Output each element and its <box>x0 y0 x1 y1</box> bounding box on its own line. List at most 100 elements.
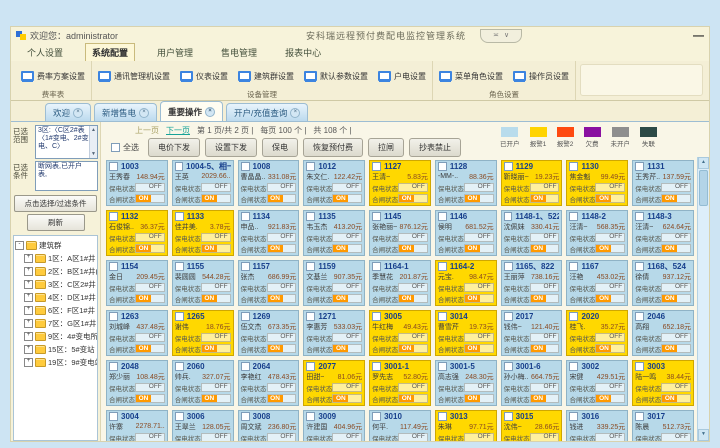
meter-checkbox[interactable] <box>569 262 578 271</box>
hezha-toggle[interactable]: ON <box>661 194 691 203</box>
meter-checkbox[interactable] <box>175 362 184 371</box>
meter-card[interactable]: 1130 焦金魁 99.49元 保电状态 OFF 合闸状态 ON <box>566 160 628 206</box>
meter-card[interactable]: 3008 周文斌 236.80元 保电状态 OFF 合闸状态 ON <box>238 410 300 441</box>
meter-card[interactable]: 2077 田甜~ 81.06元 保电状态 OFF 合闸状态 ON <box>303 360 365 406</box>
baodian-toggle[interactable]: OFF <box>661 183 691 192</box>
hezha-toggle[interactable]: ON <box>464 344 494 353</box>
menu-item[interactable]: 个人设置 <box>21 44 69 61</box>
meter-checkbox[interactable] <box>504 412 513 421</box>
prev-page-link[interactable]: 上一页 <box>135 125 159 136</box>
baodian-toggle[interactable]: OFF <box>464 433 494 441</box>
meter-card[interactable]: 1165、822 王丽萍 738.16元 保电状态 OFF 合闸状态 ON <box>501 260 563 306</box>
action-button[interactable]: 抄表禁止 <box>409 138 461 157</box>
meter-card[interactable]: 1154 金日 209.45元 保电状态 OFF 合闸状态 ON <box>106 260 168 306</box>
hezha-toggle[interactable]: ON <box>332 244 362 253</box>
expand-node-icon[interactable]: + <box>24 345 33 354</box>
meter-checkbox[interactable] <box>635 312 644 321</box>
selected-range-listbox[interactable]: 3区:〈C区2#表〈1#变电、2#变电、C〉 ▲▼ <box>35 125 98 159</box>
meter-checkbox[interactable] <box>306 212 315 221</box>
action-button[interactable]: 设置下发 <box>205 138 257 157</box>
meter-card[interactable]: 3005 牛红梅 49.43元 保电状态 OFF 合闸状态 ON <box>369 310 431 356</box>
meter-card[interactable]: 1133 佳井美. 3.78元 保电状态 OFF 合闸状态 ON <box>172 210 234 256</box>
tree-node[interactable]: +4区：D区1#井（D <box>15 291 96 304</box>
hezha-toggle[interactable]: ON <box>530 344 560 353</box>
selected-cond-listbox[interactable]: 断网表,已开户表, <box>35 161 98 191</box>
tree-node[interactable]: +3区：C区2#井（1 <box>15 278 96 291</box>
meter-card[interactable]: 1127 王清~ 5.83元 保电状态 OFF 合闸状态 ON <box>369 160 431 206</box>
expand-node-icon[interactable]: + <box>24 280 33 289</box>
tree-node[interactable]: +15区：5#变站（3 <box>15 343 96 356</box>
baodian-toggle[interactable]: OFF <box>464 333 494 342</box>
meter-checkbox[interactable] <box>306 162 315 171</box>
baodian-toggle[interactable]: OFF <box>135 233 165 242</box>
tab-close-icon[interactable]: × <box>205 107 215 117</box>
baodian-toggle[interactable]: OFF <box>464 283 494 292</box>
baodian-toggle[interactable]: OFF <box>661 383 691 392</box>
meter-card[interactable]: 1155 裴圆圆 544.28元 保电状态 OFF 合闸状态 ON <box>172 260 234 306</box>
hezha-toggle[interactable]: ON <box>398 394 428 403</box>
hezha-toggle[interactable]: ON <box>595 294 625 303</box>
menu-item[interactable]: 报表中心 <box>279 44 327 61</box>
hezha-toggle[interactable]: ON <box>267 394 297 403</box>
meter-checkbox[interactable] <box>438 362 447 371</box>
meter-card[interactable]: 1128 -MM-.. 88.36元 保电状态 OFF 合闸状态 ON <box>435 160 497 206</box>
hezha-toggle[interactable]: ON <box>398 244 428 253</box>
hezha-toggle[interactable]: ON <box>201 194 231 203</box>
menu-item[interactable]: 售电管理 <box>215 44 263 61</box>
baodian-toggle[interactable]: OFF <box>661 333 691 342</box>
meter-checkbox[interactable] <box>372 262 381 271</box>
meter-card[interactable]: 1265 谢伟 18.76元 保电状态 OFF 合闸状态 ON <box>172 310 234 356</box>
meter-checkbox[interactable] <box>175 412 184 421</box>
meter-card[interactable]: 3009 许建国 404.96元 保电状态 OFF 合闸状态 ON <box>303 410 365 441</box>
meter-checkbox[interactable] <box>175 162 183 171</box>
meter-card[interactable]: 1148-1、522 沈佩妹 330.41元 保电状态 OFF 合闸状态 ON <box>501 210 563 256</box>
baodian-toggle[interactable]: OFF <box>201 333 231 342</box>
meter-checkbox[interactable] <box>372 362 381 371</box>
meter-checkbox[interactable] <box>372 162 381 171</box>
hezha-toggle[interactable]: ON <box>201 244 231 253</box>
meter-card[interactable]: 1003 王秀春 148.94元 保电状态 OFF 合闸状态 ON <box>106 160 168 206</box>
meter-checkbox[interactable] <box>569 162 578 171</box>
meter-checkbox[interactable] <box>635 162 644 171</box>
hezha-toggle[interactable]: ON <box>398 294 428 303</box>
hezha-toggle[interactable]: ON <box>661 294 691 303</box>
meter-card[interactable]: 1134 申品.. 921.83元 保电状态 OFF 合闸状态 ON <box>238 210 300 256</box>
scrollbar-thumb[interactable] <box>699 170 708 206</box>
tree-root[interactable]: - 建筑群 <box>15 239 96 252</box>
expand-node-icon[interactable]: + <box>24 319 33 328</box>
meter-card[interactable]: 1157 张杰 686.99元 保电状态 OFF 合闸状态 ON <box>238 260 300 306</box>
hezha-toggle[interactable]: ON <box>661 394 691 403</box>
scroll-up-icon[interactable]: ▲ <box>698 157 709 169</box>
meter-card[interactable]: 3001-1 罗先志 52.80元 保电状态 OFF 合闸状态 ON <box>369 360 431 406</box>
tree-node[interactable]: +19区：9#变电站（ <box>15 356 96 369</box>
meter-card[interactable]: 2046 高翔 652.18元 保电状态 OFF 合闸状态 ON <box>632 310 694 356</box>
meter-checkbox[interactable] <box>569 362 578 371</box>
meter-checkbox[interactable] <box>504 162 513 171</box>
ribbon-button[interactable]: 户电设置 <box>378 71 426 82</box>
meter-checkbox[interactable] <box>241 262 250 271</box>
menu-item[interactable]: 用户管理 <box>151 44 199 61</box>
ribbon-button[interactable]: 建筑群设置 <box>238 71 294 82</box>
meter-card[interactable]: 1168、524 徐倩 937.12元 保电状态 OFF 合闸状态 ON <box>632 260 694 306</box>
meter-checkbox[interactable] <box>109 362 118 371</box>
meter-checkbox[interactable] <box>504 262 513 271</box>
meter-checkbox[interactable] <box>438 212 447 221</box>
select-all[interactable]: 全选 <box>111 142 139 153</box>
baodian-toggle[interactable]: OFF <box>530 183 560 192</box>
baodian-toggle[interactable]: OFF <box>398 183 428 192</box>
hezha-toggle[interactable]: ON <box>398 344 428 353</box>
meter-checkbox[interactable] <box>569 412 578 421</box>
hezha-toggle[interactable]: ON <box>332 194 362 203</box>
vertical-scrollbar[interactable]: ▲ ▼ <box>697 157 709 441</box>
meter-card[interactable]: 1008 曹晶晶.. 331.08元 保电状态 OFF 合闸状态 ON <box>238 160 300 206</box>
expand-node-icon[interactable]: + <box>24 293 33 302</box>
collapse-node-icon[interactable]: - <box>15 241 24 250</box>
meter-checkbox[interactable] <box>241 162 250 171</box>
meter-card[interactable]: 3010 何平. 117.49元 保电状态 OFF 合闸状态 ON <box>369 410 431 441</box>
baodian-toggle[interactable]: OFF <box>595 333 625 342</box>
ribbon-button[interactable]: 费率方案设置 <box>21 71 85 82</box>
meter-checkbox[interactable] <box>438 312 447 321</box>
document-tab[interactable]: 新增售电× <box>94 103 157 121</box>
baodian-toggle[interactable]: OFF <box>332 233 362 242</box>
meter-checkbox[interactable] <box>306 262 315 271</box>
